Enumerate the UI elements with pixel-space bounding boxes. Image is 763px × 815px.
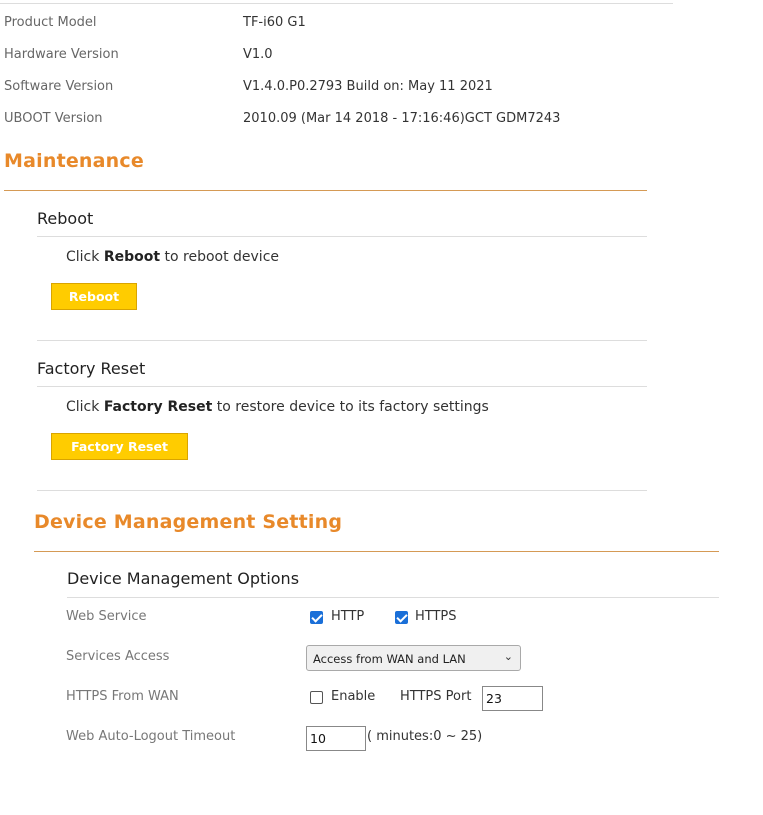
- factory-reset-desc-suffix: to restore device to its factory setting…: [212, 399, 489, 415]
- software-version-label: Software Version: [4, 79, 114, 94]
- maintenance-heading: Maintenance: [4, 150, 144, 172]
- auto-logout-label: Web Auto-Logout Timeout: [66, 729, 236, 744]
- product-model-label: Product Model: [4, 15, 97, 30]
- product-model-value: TF-i60 G1: [243, 15, 306, 30]
- device-management-heading: Device Management Setting: [34, 511, 343, 533]
- reboot-bottom-divider: [37, 340, 647, 341]
- https-port-input[interactable]: 23: [482, 686, 543, 711]
- chevron-down-icon: ⌄: [503, 650, 513, 663]
- factory-reset-bottom-divider: [37, 490, 647, 491]
- reboot-desc-suffix: to reboot device: [160, 249, 280, 265]
- management-options-heading: Device Management Options: [67, 569, 300, 588]
- http-label: HTTP: [331, 609, 365, 624]
- reboot-button[interactable]: Reboot: [51, 283, 137, 310]
- factory-reset-button[interactable]: Factory Reset: [51, 433, 188, 460]
- services-access-selected-value: Access from WAN and LAN: [313, 652, 466, 666]
- web-service-label: Web Service: [66, 609, 147, 624]
- reboot-description: Click Reboot to reboot device: [66, 249, 279, 265]
- factory-reset-desc-prefix: Click: [66, 399, 104, 415]
- reboot-desc-prefix: Click: [66, 249, 104, 265]
- https-label: HTTPS: [415, 609, 457, 624]
- https-checkbox[interactable]: [395, 611, 408, 624]
- reboot-desc-bold: Reboot: [103, 249, 161, 265]
- uboot-version-value: 2010.09 (Mar 14 2018 - 17:16:46)GCT GDM7…: [243, 111, 561, 126]
- device-management-divider: [34, 551, 719, 552]
- hardware-version-label: Hardware Version: [4, 47, 119, 62]
- factory-reset-desc-bold: Factory Reset: [103, 399, 213, 415]
- auto-logout-hint: ( minutes:0 ~ 25): [367, 729, 483, 744]
- reboot-heading: Reboot: [37, 209, 94, 228]
- https-from-wan-label: HTTPS From WAN: [66, 689, 179, 704]
- enable-checkbox[interactable]: [310, 691, 323, 704]
- services-access-select[interactable]: Access from WAN and LAN ⌄: [306, 645, 521, 671]
- factory-reset-description: Click Factory Reset to restore device to…: [66, 399, 489, 415]
- https-port-label: HTTPS Port: [400, 689, 472, 704]
- management-options-divider: [67, 597, 719, 598]
- factory-reset-heading: Factory Reset: [37, 359, 146, 378]
- services-access-label: Services Access: [66, 649, 170, 664]
- http-checkbox[interactable]: [310, 611, 323, 624]
- auto-logout-input[interactable]: 10: [306, 726, 366, 751]
- uboot-version-label: UBOOT Version: [4, 111, 103, 126]
- maintenance-divider: [4, 190, 647, 191]
- hardware-version-value: V1.0: [243, 47, 273, 62]
- software-version-value: V1.4.0.P0.2793 Build on: May 11 2021: [243, 79, 493, 94]
- factory-reset-divider: [37, 386, 647, 387]
- reboot-divider: [37, 236, 647, 237]
- top-divider: [0, 3, 673, 4]
- enable-label: Enable: [331, 689, 376, 704]
